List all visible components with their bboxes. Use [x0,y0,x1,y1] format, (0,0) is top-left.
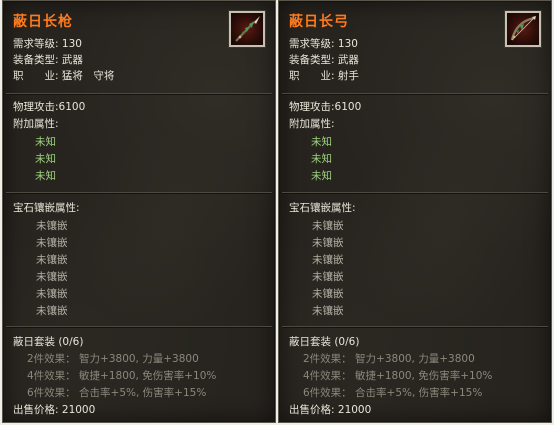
physical-attack: 物理攻击:6100 [289,101,362,113]
bow-icon [505,11,541,47]
item-tooltip-bow: 蔽日长弓 需求等级: 130 装备类型: 武器 职 业: 射手 物理攻击:610… [278,0,552,423]
item-tooltip-spear: 蔽日长枪 需求等级: 130 装备类型: 武器 职 业: 猛将 守将 物理攻击:… [2,0,276,423]
set-effect-label: 4件效果： [303,370,352,382]
physical-attack: 物理攻击:6100 [13,101,86,113]
set-effect-text: 智力+3800, 力量+3800 [355,353,475,365]
set-effect-label: 4件效果： [27,370,76,382]
equip-type-label: 装备类型: [13,54,59,66]
set-effect-label: 6件效果： [303,387,352,399]
gem-slot: 未镶嵌 [312,288,344,300]
divider [282,326,548,327]
price-label: 出售价格: [289,404,335,416]
extra-attr-item: 未知 [35,136,56,148]
gem-slot: 未镶嵌 [36,305,68,317]
req-level-value: 130 [61,38,82,50]
divider [282,93,548,94]
spear-icon [229,11,265,47]
price-value: 21000 [61,404,96,416]
extra-attr-item: 未知 [35,170,56,182]
divider [6,93,272,94]
set-name: 蔽日套装 (0/6) [289,336,360,348]
extra-attr-label: 附加属性: [289,118,335,130]
set-effect-label: 2件效果： [303,353,352,365]
set-name: 蔽日套装 (0/6) [13,336,84,348]
set-effect-text: 智力+3800, 力量+3800 [79,353,199,365]
req-level-value: 130 [337,38,358,50]
gem-label: 宝石镶嵌属性: [13,202,80,214]
req-level-label: 需求等级: [289,38,335,50]
item-name: 蔽日长弓 [289,14,349,30]
extra-attr-item: 未知 [311,153,332,165]
gem-slot: 未镶嵌 [36,220,68,232]
gem-slot: 未镶嵌 [312,305,344,317]
price-value: 21000 [337,404,372,416]
job-value: 射手 [337,70,359,82]
job-label: 职 业: [13,70,59,82]
gem-slot: 未镶嵌 [36,271,68,283]
equip-type-label: 装备类型: [289,54,335,66]
equip-type-value: 武器 [61,54,83,66]
gem-slot: 未镶嵌 [36,254,68,266]
set-effect-label: 2件效果： [27,353,76,365]
set-effect-text: 合击率+5%, 伤害率+15% [79,387,207,399]
extra-attr-item: 未知 [311,170,332,182]
set-effect-text: 敏捷+1800, 免伤害率+10% [355,370,493,382]
item-name: 蔽日长枪 [13,14,73,30]
req-level-label: 需求等级: [13,38,59,50]
job-value: 猛将 守将 [61,70,115,82]
gem-slot: 未镶嵌 [312,237,344,249]
extra-attr-label: 附加属性: [13,118,59,130]
gem-slot: 未镶嵌 [312,254,344,266]
set-effect-label: 6件效果： [27,387,76,399]
divider [282,192,548,193]
divider [6,192,272,193]
set-effect-text: 敏捷+1800, 免伤害率+10% [79,370,217,382]
extra-attr-item: 未知 [35,153,56,165]
gem-label: 宝石镶嵌属性: [289,202,356,214]
gem-slot: 未镶嵌 [36,288,68,300]
gem-slot: 未镶嵌 [312,220,344,232]
equip-type-value: 武器 [337,54,359,66]
job-label: 职 业: [289,70,335,82]
gem-slot: 未镶嵌 [312,271,344,283]
extra-attr-item: 未知 [311,136,332,148]
set-effect-text: 合击率+5%, 伤害率+15% [355,387,483,399]
divider [6,326,272,327]
price-label: 出售价格: [13,404,59,416]
gem-slot: 未镶嵌 [36,237,68,249]
